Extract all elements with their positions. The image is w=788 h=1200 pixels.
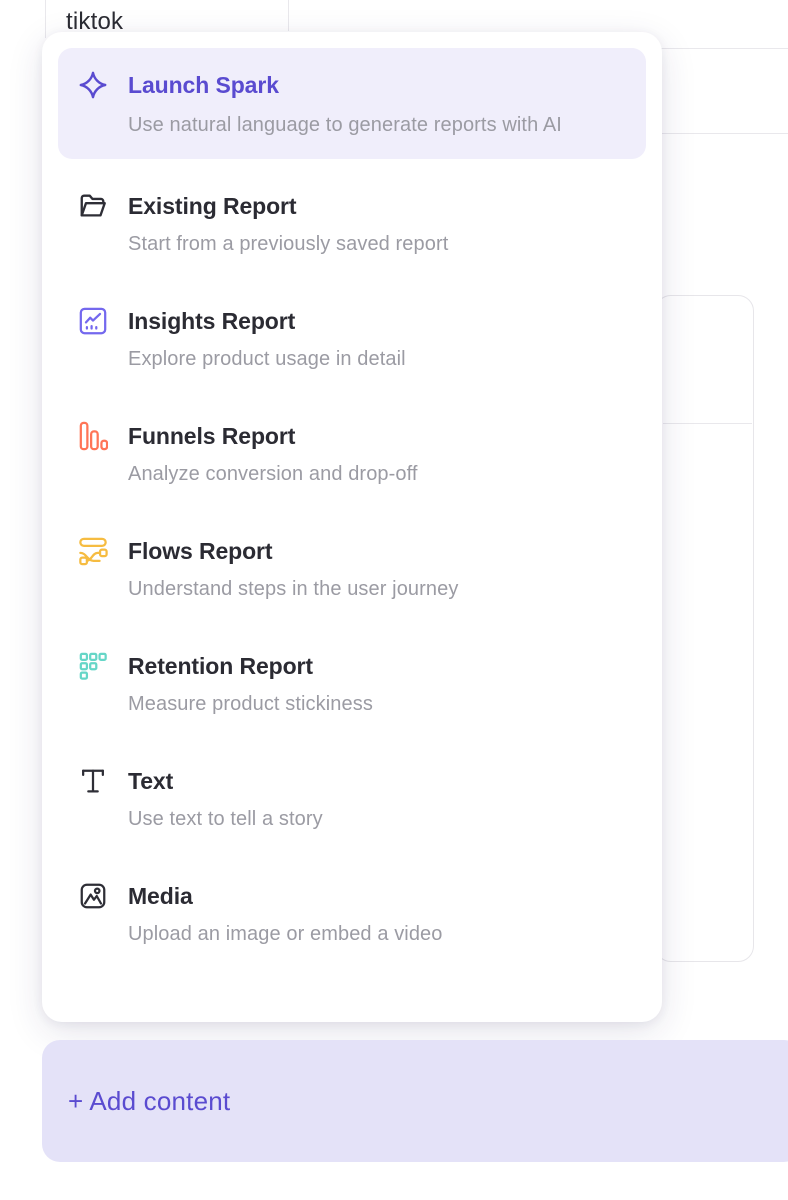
insights-chart-icon — [78, 306, 108, 336]
background-row-divider — [660, 133, 788, 134]
menu-item-texts: Funnels Report Analyze conversion and dr… — [128, 421, 418, 488]
background-card-divider — [663, 423, 752, 424]
menu-item-title: Media — [128, 881, 443, 911]
menu-item-subtitle: Explore product usage in detail — [128, 346, 406, 373]
menu-item-title: Retention Report — [128, 651, 373, 681]
add-content-label: + Add content — [68, 1086, 230, 1117]
menu-item-texts: Insights Report Explore product usage in… — [128, 306, 406, 373]
retention-grid-icon — [78, 651, 108, 681]
menu-item-title: Funnels Report — [128, 421, 418, 451]
menu-item-texts: Existing Report Start from a previously … — [128, 191, 448, 258]
menu-item-subtitle: Measure product stickiness — [128, 691, 373, 718]
menu-item-title: Launch Spark — [128, 70, 562, 100]
spark-icon — [78, 70, 108, 100]
menu-item-media[interactable]: Media Upload an image or embed a video — [58, 881, 646, 948]
menu-item-texts: Media Upload an image or embed a video — [128, 881, 443, 948]
menu-item-subtitle: Upload an image or embed a video — [128, 921, 443, 948]
menu-item-texts: Retention Report Measure product stickin… — [128, 651, 373, 718]
menu-item-subtitle: Use text to tell a story — [128, 806, 323, 833]
menu-item-texts: Flows Report Understand steps in the use… — [128, 536, 458, 603]
flows-icon — [78, 536, 108, 566]
background-row-divider — [660, 48, 788, 49]
background-report-card — [655, 295, 754, 962]
menu-item-text[interactable]: Text Use text to tell a story — [58, 766, 646, 833]
menu-item-funnels-report[interactable]: Funnels Report Analyze conversion and dr… — [58, 421, 646, 488]
media-image-icon — [78, 881, 108, 911]
menu-item-insights-report[interactable]: Insights Report Explore product usage in… — [58, 306, 646, 373]
menu-item-existing-report[interactable]: Existing Report Start from a previously … — [58, 191, 646, 258]
menu-item-title: Existing Report — [128, 191, 448, 221]
background-column-divider — [288, 0, 289, 31]
menu-item-texts: Launch Spark Use natural language to gen… — [128, 70, 562, 141]
open-folder-icon — [78, 191, 108, 221]
funnels-bars-icon — [78, 421, 108, 451]
menu-item-flows-report[interactable]: Flows Report Understand steps in the use… — [58, 536, 646, 603]
add-content-button[interactable]: + Add content — [42, 1040, 788, 1162]
menu-item-subtitle: Start from a previously saved report — [128, 231, 448, 258]
background-card-left-border — [45, 0, 46, 38]
menu-item-title: Text — [128, 766, 323, 796]
menu-item-subtitle: Understand steps in the user journey — [128, 576, 458, 603]
menu-item-title: Flows Report — [128, 536, 458, 566]
text-block-icon — [78, 766, 108, 796]
menu-item-subtitle: Use natural language to generate reports… — [128, 110, 562, 141]
menu-item-title: Insights Report — [128, 306, 406, 336]
add-content-menu: Launch Spark Use natural language to gen… — [42, 32, 662, 1022]
menu-item-retention-report[interactable]: Retention Report Measure product stickin… — [58, 651, 646, 718]
menu-item-texts: Text Use text to tell a story — [128, 766, 323, 833]
menu-item-subtitle: Analyze conversion and drop-off — [128, 461, 418, 488]
menu-item-launch-spark[interactable]: Launch Spark Use natural language to gen… — [58, 48, 646, 159]
